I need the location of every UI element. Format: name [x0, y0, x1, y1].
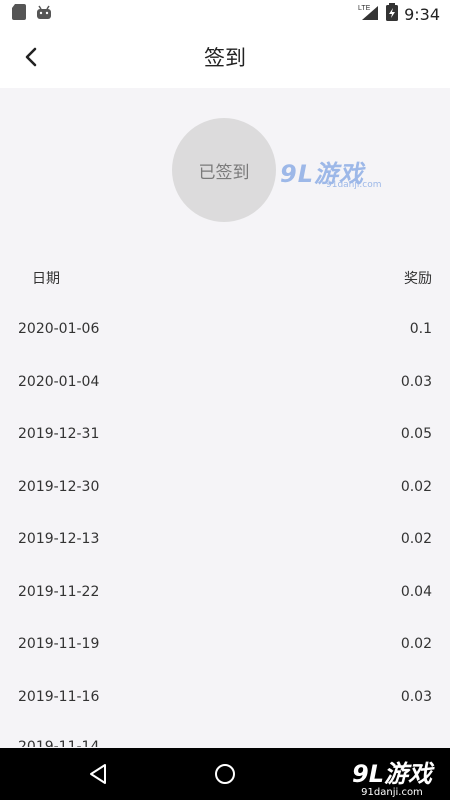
table-header: 日期 奖励 — [0, 262, 450, 292]
watermark-url: 91danji.com — [326, 180, 382, 190]
table-row: 2019-12-30 0.02 — [0, 465, 450, 518]
row-reward: 0.02 — [400, 636, 432, 652]
column-header-reward: 奖励 — [404, 271, 432, 287]
battery-icon — [386, 3, 399, 25]
row-date: 2019-12-13 — [18, 531, 100, 547]
checkin-button[interactable]: 已签到 — [172, 118, 276, 222]
row-date: 2019-11-22 — [18, 583, 100, 600]
checkin-section: 已签到 9L游戏 91danji.com — [0, 88, 450, 248]
row-date: 2019-11-16 — [18, 688, 100, 705]
table-row: 2019-12-13 0.02 — [0, 517, 450, 570]
table-row: 2019-12-31 0.05 — [0, 412, 450, 465]
column-header-date: 日期 — [32, 271, 60, 287]
clock: 9:34 — [404, 4, 440, 24]
nav-back-button[interactable] — [84, 760, 112, 788]
watermark-text: 9L游戏 — [352, 760, 432, 788]
back-triangle-icon — [90, 764, 106, 784]
row-date: 2019-11-19 — [18, 636, 100, 652]
page-title: 签到 — [204, 46, 246, 70]
row-date: 2020-01-06 — [18, 321, 100, 337]
watermark-url: 91danji.com — [361, 787, 423, 798]
row-reward: 0.05 — [400, 426, 432, 442]
nav-home-button[interactable] — [211, 760, 239, 788]
app-header: 签到 — [0, 26, 450, 88]
row-date: 2019-12-31 — [18, 426, 100, 442]
checkin-button-label: 已签到 — [198, 162, 250, 183]
system-nav-bar: 9L游戏 91danji.com — [0, 748, 450, 800]
table-row-partial: 2019-11-14 — [18, 739, 100, 747]
table-row: 2019-11-19 0.02 — [0, 622, 450, 675]
signal-icon: LTE — [358, 3, 380, 25]
row-reward: 0.02 — [400, 478, 432, 495]
row-reward: 0.04 — [400, 583, 432, 600]
table-row: 2019-11-16 0.03 — [0, 675, 450, 728]
row-reward: 0.02 — [400, 531, 432, 547]
watermark-bottom: 9L游戏 91danji.com — [352, 754, 432, 798]
table-row: 2020-01-04 0.03 — [0, 360, 450, 413]
home-circle-icon — [215, 764, 235, 784]
sd-card-icon — [12, 4, 26, 24]
row-reward: 0.1 — [409, 321, 432, 337]
table-row: 2020-01-06 0.1 — [0, 307, 450, 360]
row-date: 2020-01-04 — [18, 373, 100, 390]
network-type: LTE — [358, 5, 371, 12]
row-date: 2019-12-30 — [18, 478, 100, 495]
watermark: 9L游戏 91danji.com — [280, 154, 381, 190]
row-reward: 0.03 — [400, 688, 432, 705]
row-reward: 0.03 — [400, 373, 432, 390]
checkin-history-list[interactable]: 2020-01-06 0.1 2020-01-04 0.03 2019-12-31 0… — [0, 307, 450, 727]
table-row: 2019-11-22 0.04 — [0, 570, 450, 623]
status-bar: LTE 9:34 — [0, 0, 450, 26]
android-icon — [36, 4, 52, 24]
